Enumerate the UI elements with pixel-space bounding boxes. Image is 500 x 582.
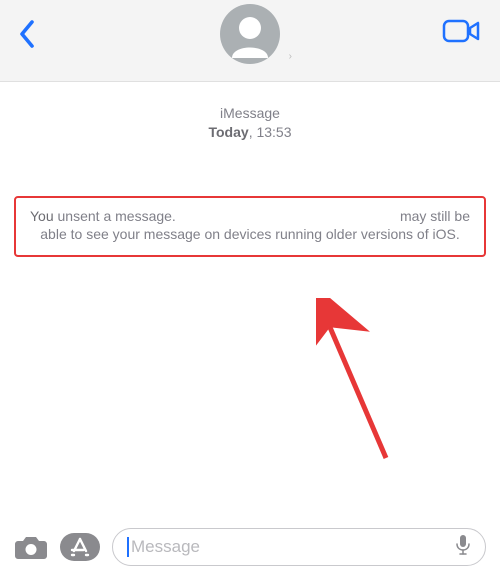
chevron-left-icon [18,19,36,49]
unsend-notice: You unsent a message. may still be able … [14,196,486,257]
input-placeholder: Message [131,537,455,557]
notice-top-left: unsent a message. [54,208,176,224]
input-toolbar: Message [0,518,500,582]
notice-you: You [30,208,54,224]
notice-top-right: may still be [400,207,470,225]
video-call-button[interactable] [442,18,482,49]
avatar [220,4,280,64]
microphone-icon [455,534,471,556]
person-icon [220,4,280,64]
video-camera-icon [442,18,482,44]
camera-button[interactable] [14,533,48,561]
text-cursor [127,537,129,557]
messages-area: iMessage Today, 13:53 You unsent a messa… [0,82,500,518]
dictation-button[interactable] [455,534,471,561]
message-input[interactable]: Message [112,528,486,566]
app-store-button[interactable] [60,533,100,561]
notice-rest: able to see your message on devices runn… [30,225,470,243]
day-label: Today [208,124,248,140]
service-label: iMessage [208,104,291,123]
chevron-right-icon: › [289,51,292,62]
app-store-icon [60,533,100,561]
conversation-header: › [0,0,500,82]
back-button[interactable] [18,20,46,48]
timestamp-label: iMessage Today, 13:53 [208,104,291,142]
contact-avatar-area[interactable]: › [220,4,280,64]
camera-icon [14,533,48,561]
